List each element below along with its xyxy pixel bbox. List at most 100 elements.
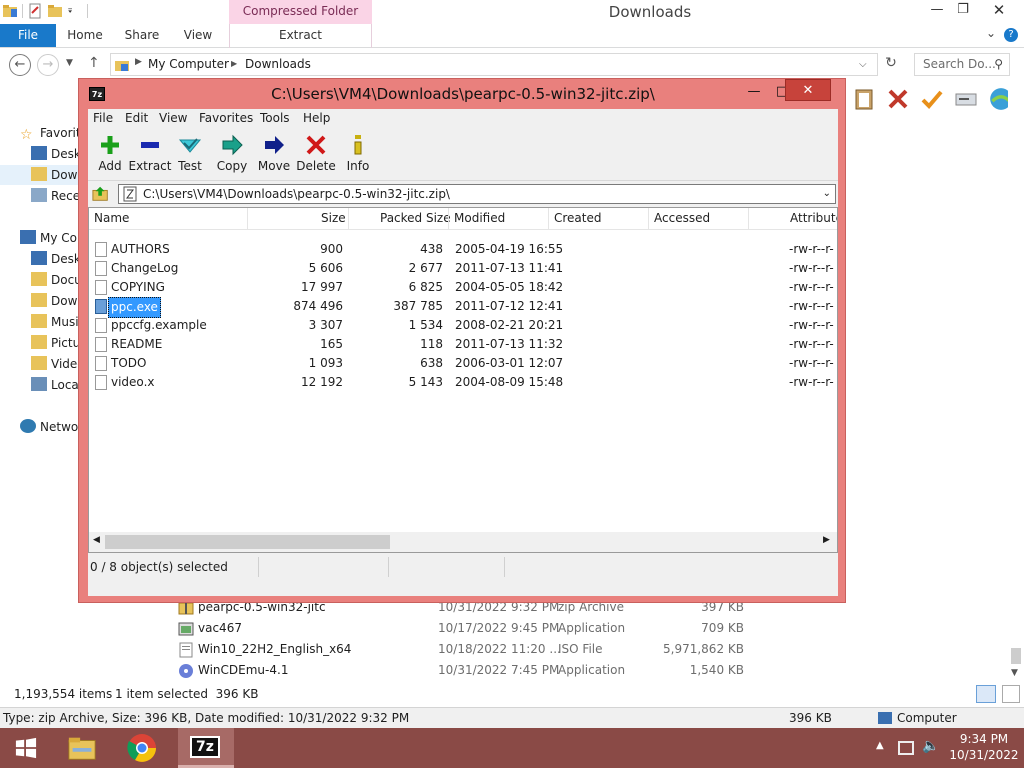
tab-extract[interactable]: Extract <box>230 24 371 47</box>
nav-item-local-disk[interactable]: Local Disk <box>31 375 78 395</box>
wincdemu-icon <box>179 664 193 678</box>
table-row[interactable]: AUTHORS 900 438 2005-04-19 16:55 -rw-r--… <box>89 240 837 259</box>
path-dropdown-icon[interactable]: ⌄ <box>823 185 831 203</box>
nav-item-my-computer[interactable]: My Computer <box>20 228 78 248</box>
taskbar-file-explorer[interactable] <box>56 728 112 768</box>
table-row[interactable]: README 165 118 2011-07-13 11:32 -rw-r--r… <box>89 335 837 354</box>
scroll-down-icon[interactable]: ▼ <box>1011 668 1018 678</box>
column-created[interactable]: Created <box>554 211 602 225</box>
list-item[interactable]: Win10_22H2_English_x64 10/18/2022 11:20 … <box>176 639 776 660</box>
nav-item-documents[interactable]: Documents <box>31 270 78 290</box>
move-button[interactable]: Move <box>252 131 296 179</box>
7zip-path-input[interactable]: C:\Users\VM4\Downloads\pearpc-0.5-win32-… <box>118 184 836 204</box>
7zip-path-text: C:\Users\VM4\Downloads\pearpc-0.5-win32-… <box>143 187 450 201</box>
tab-view[interactable]: View <box>176 24 220 47</box>
column-size[interactable]: Size <box>321 211 346 225</box>
delete-button[interactable]: Delete <box>294 131 338 179</box>
row-packed-size: 387 785 <box>393 299 443 313</box>
folder-icon[interactable] <box>2 3 18 19</box>
nav-item-pictures[interactable]: Pictures <box>31 333 78 353</box>
taskbar-7zip[interactable]: 7z <box>178 728 234 768</box>
table-row[interactable]: video.x 12 192 5 143 2004-08-09 15:48 -r… <box>89 373 837 392</box>
menu-view[interactable]: View <box>159 111 187 125</box>
add-button[interactable]: Add <box>88 131 132 179</box>
checkmark-icon[interactable] <box>920 87 944 111</box>
column-accessed[interactable]: Accessed <box>654 211 710 225</box>
refresh-button[interactable]: ↻ <box>880 55 902 77</box>
delete-cross-icon[interactable] <box>886 87 910 111</box>
up-button[interactable]: ↑ <box>88 55 100 71</box>
tab-file[interactable]: File <box>0 24 56 47</box>
drive-icon[interactable] <box>954 87 978 111</box>
volume-tray-icon[interactable]: 🔈 <box>922 738 939 754</box>
list-item[interactable]: WinCDEmu-4.1 10/31/2022 7:45 PM Applicat… <box>176 660 776 681</box>
nav-item-downloads-2[interactable]: Downloads <box>31 291 78 311</box>
scroll-thumb[interactable] <box>105 535 390 549</box>
breadcrumb-downloads[interactable]: Downloads <box>245 57 311 71</box>
large-icons-view-button[interactable] <box>1002 685 1020 703</box>
extract-button[interactable]: Extract <box>128 131 172 179</box>
nav-item-desktop[interactable]: Desktop <box>31 144 78 164</box>
search-input[interactable]: Search Do... ⚲ <box>914 53 1010 76</box>
explorer-vertical-scrollbar[interactable]: ▼ <box>1008 86 1024 680</box>
scroll-left-icon[interactable]: ◀ <box>93 535 100 545</box>
scroll-thumb[interactable] <box>1011 648 1021 664</box>
table-row[interactable]: ppc.exe 874 496 387 785 2011-07-12 12:41… <box>89 297 837 318</box>
close-button[interactable]: ✕ <box>984 0 1014 22</box>
7zip-close-button[interactable]: ✕ <box>785 79 831 101</box>
tab-share[interactable]: Share <box>120 24 164 47</box>
table-row[interactable]: COPYING 17 997 6 825 2004-05-05 18:42 -r… <box>89 278 837 297</box>
up-folder-icon[interactable] <box>92 185 110 203</box>
recent-locations-icon[interactable]: ▼ <box>66 58 73 68</box>
taskbar-clock[interactable]: 9:34 PM 10/31/2022 <box>944 731 1024 763</box>
table-row[interactable]: ChangeLog 5 606 2 677 2011-07-13 11:41 -… <box>89 259 837 278</box>
taskbar-chrome[interactable] <box>116 728 172 768</box>
column-attributes[interactable]: Attributes <box>790 211 837 225</box>
nav-item-downloads[interactable]: Downloads <box>0 165 78 185</box>
restore-button[interactable]: ❐ <box>948 0 978 22</box>
menu-help[interactable]: Help <box>303 111 330 125</box>
tab-home[interactable]: Home <box>62 24 108 47</box>
address-bar[interactable]: ▶ My Computer ▶ Downloads ⌵ <box>110 53 878 76</box>
info-button[interactable]: Info <box>336 131 380 179</box>
network-tray-icon[interactable] <box>898 741 914 755</box>
7zip-horizontal-scrollbar[interactable]: ◀ ▶ <box>89 532 837 552</box>
properties-icon[interactable] <box>27 3 43 19</box>
nav-item-network[interactable]: Network <box>20 417 78 437</box>
copy-button[interactable]: Copy <box>210 131 254 179</box>
back-button[interactable]: ← <box>9 54 31 76</box>
tab-extract-container: Extract <box>229 24 372 48</box>
column-packed-size[interactable]: Packed Size <box>380 211 451 225</box>
menu-favorites[interactable]: Favorites <box>199 111 253 125</box>
table-row[interactable]: TODO 1 093 638 2006-03-01 12:07 -rw-r--r… <box>89 354 837 373</box>
documents-icon <box>31 272 47 286</box>
forward-button[interactable]: → <box>37 54 59 76</box>
ribbon-expand-icon[interactable]: ⌄ <box>986 26 996 40</box>
menu-file[interactable]: File <box>93 111 113 125</box>
help-icon[interactable]: ? <box>1004 28 1018 42</box>
nav-item-recent-places[interactable]: Recent places <box>31 186 78 206</box>
details-view-button[interactable] <box>976 685 996 703</box>
column-modified[interactable]: Modified <box>454 211 505 225</box>
menu-edit[interactable]: Edit <box>125 111 148 125</box>
move-label: Move <box>257 159 291 173</box>
7zip-minimize-button[interactable]: — <box>743 82 765 104</box>
list-item[interactable]: vac467 10/17/2022 9:45 PM Application 70… <box>176 618 776 639</box>
nav-item-favorites[interactable]: ☆Favorites <box>20 123 78 143</box>
menu-tools[interactable]: Tools <box>260 111 290 125</box>
breadcrumb-my-computer[interactable]: My Computer <box>148 57 229 71</box>
nav-item-videos[interactable]: Videos <box>31 354 78 374</box>
tray-expand-icon[interactable]: ▲ <box>876 740 884 751</box>
address-dropdown-icon[interactable]: ⌵ <box>859 59 867 70</box>
test-button[interactable]: Test <box>168 131 212 179</box>
table-row[interactable]: ppccfg.example 3 307 1 534 2008-02-21 20… <box>89 316 837 335</box>
new-folder-icon[interactable] <box>47 3 63 19</box>
scroll-right-icon[interactable]: ▶ <box>823 535 830 545</box>
clipboard-icon[interactable] <box>852 87 876 111</box>
nav-item-music[interactable]: Music <box>31 312 78 332</box>
file-size: 1,540 KB <box>689 663 744 677</box>
qat-dropdown-icon[interactable] <box>67 3 77 19</box>
start-button[interactable] <box>0 728 56 768</box>
nav-item-desktop-2[interactable]: Desktop <box>31 249 78 269</box>
column-name[interactable]: Name <box>94 211 129 225</box>
